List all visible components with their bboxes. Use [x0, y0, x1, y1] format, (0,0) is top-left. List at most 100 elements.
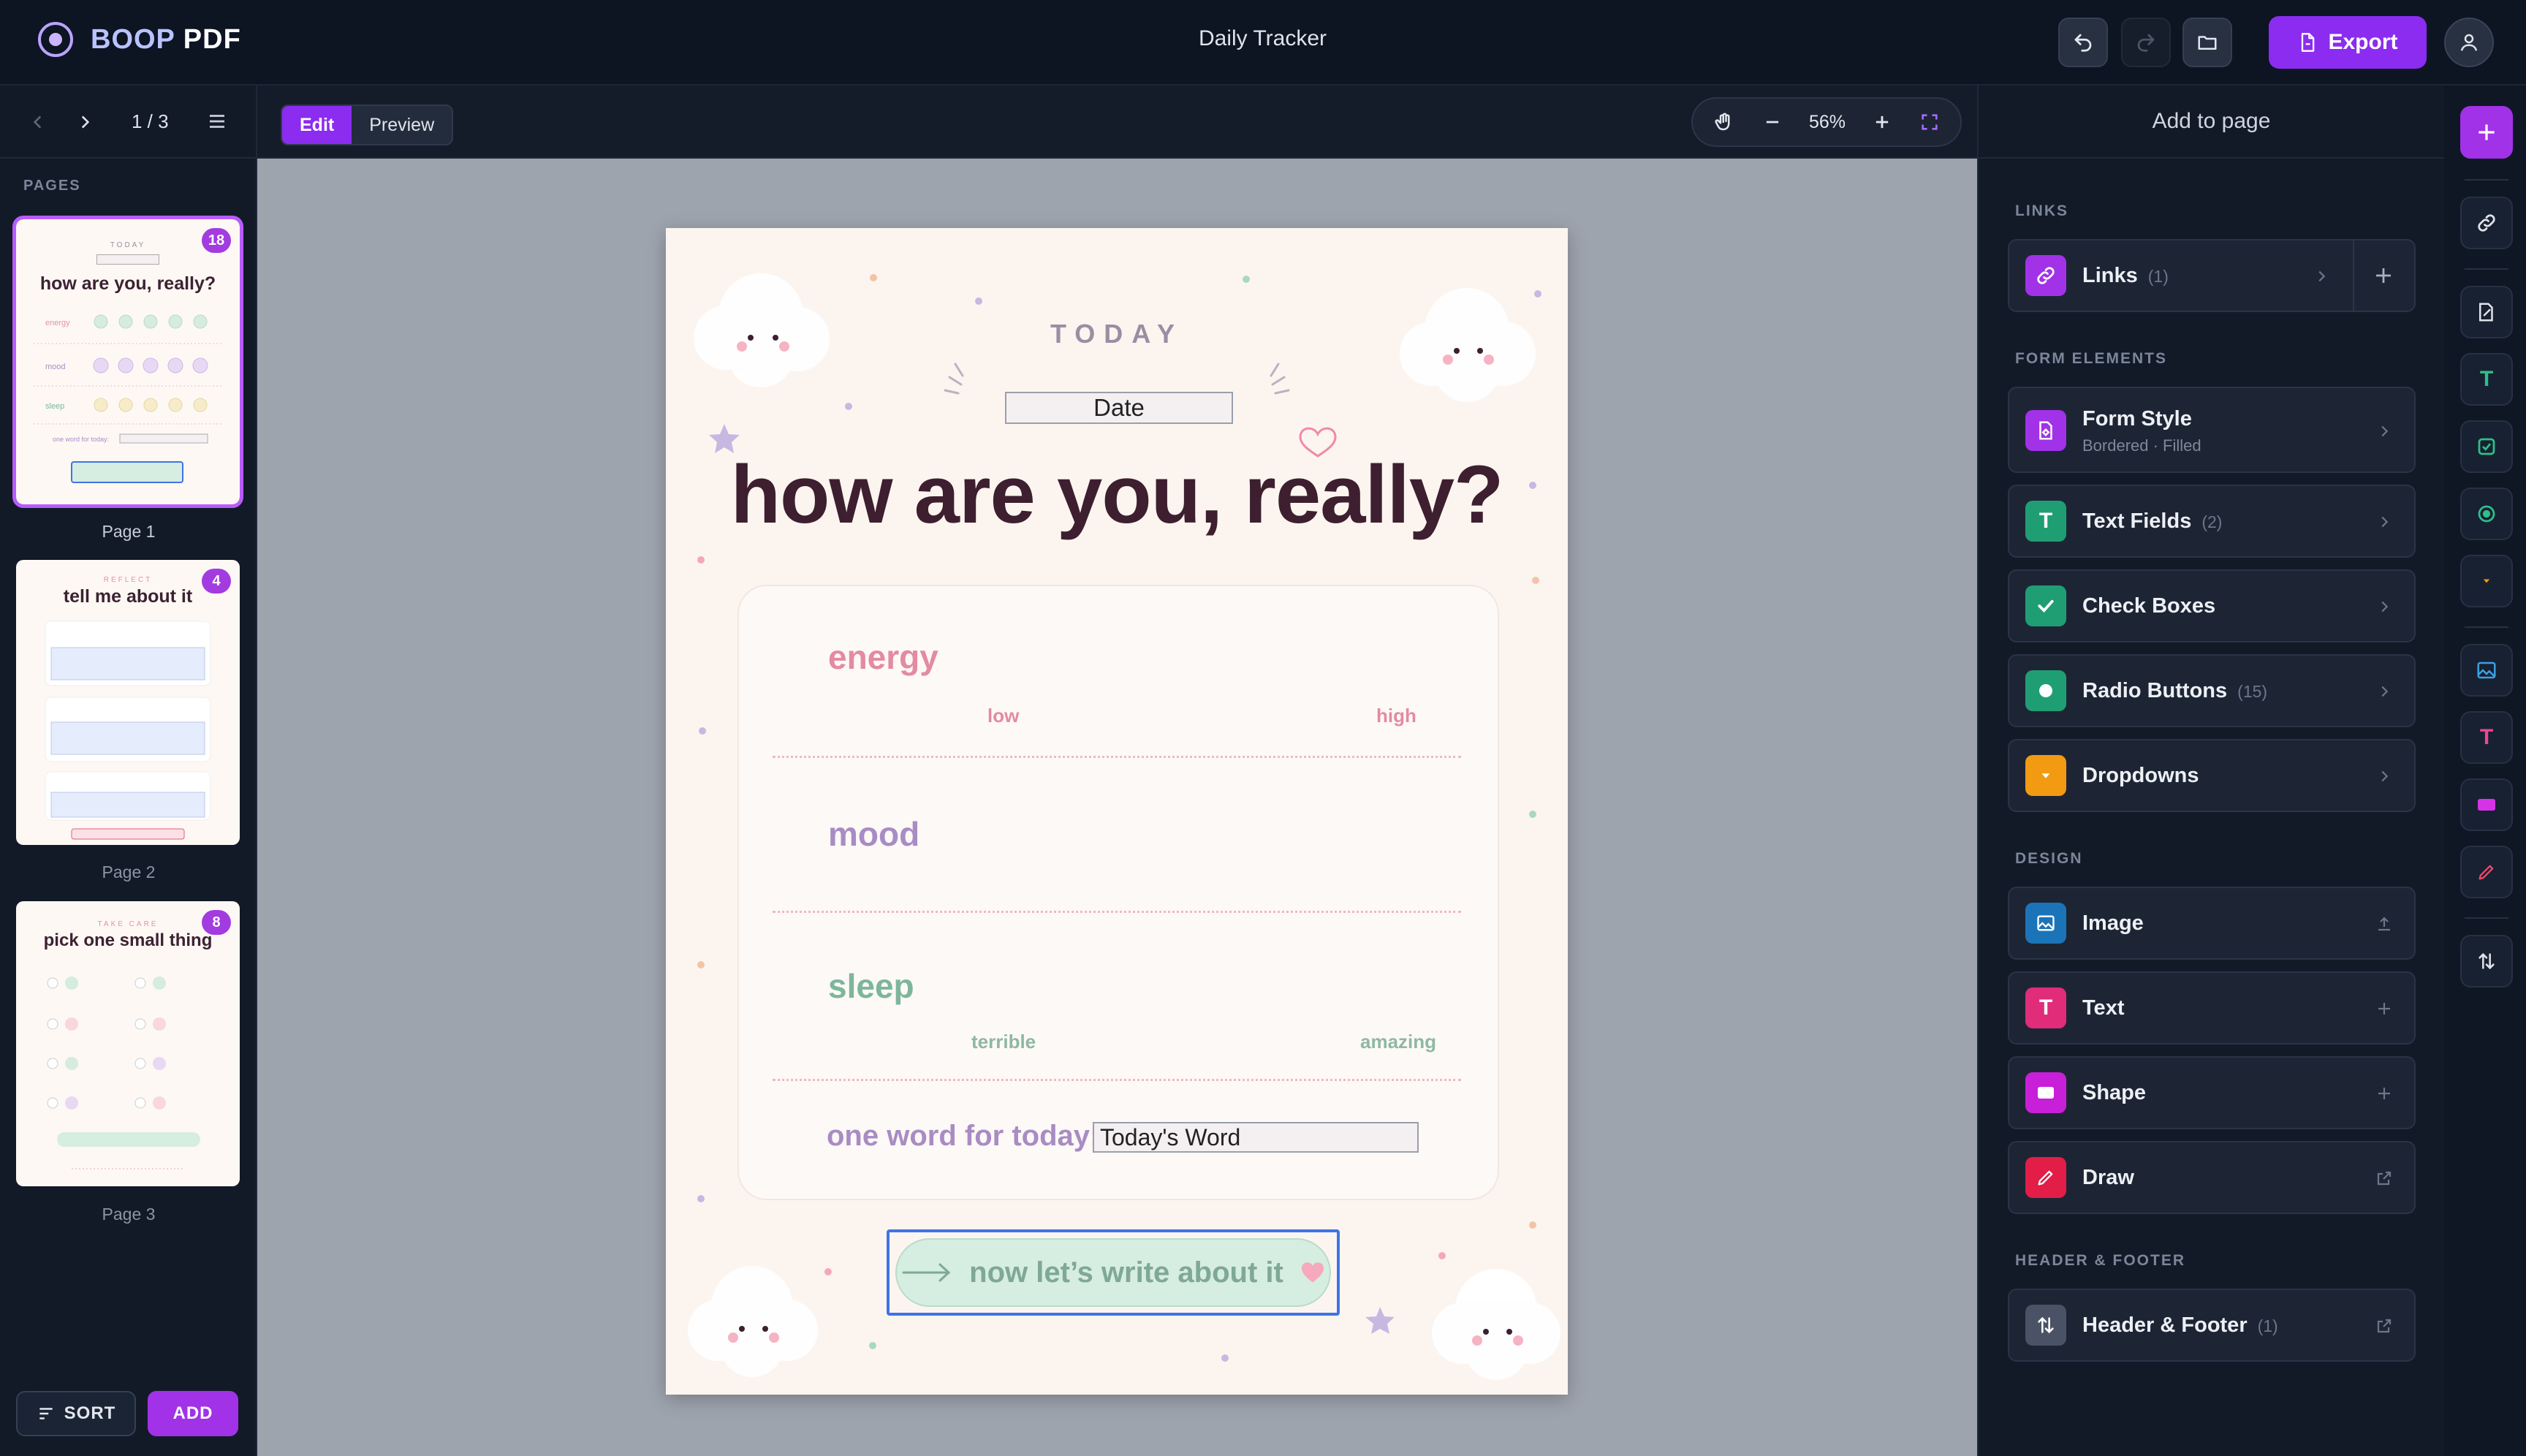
logo-text-boop: BOOP [91, 23, 175, 55]
rail-checkbox-button[interactable] [2460, 420, 2513, 473]
form-elements-section-label: FORM ELEMENTS [2015, 350, 2167, 367]
page-thumbnail-1[interactable]: 18 TODAY how are you, really? energy moo… [12, 216, 243, 508]
thumb-kicker: REFLECT [103, 576, 153, 584]
rail-text-button[interactable]: T [2460, 711, 2513, 764]
page-label-2: Page 2 [102, 862, 156, 881]
rail-form-style-button[interactable] [2460, 286, 2513, 338]
prev-page-button[interactable] [20, 105, 56, 140]
external-link-icon[interactable] [2373, 1167, 2395, 1189]
page-thumbnail-2[interactable]: 4 REFLECT tell me about it [16, 560, 240, 845]
preview-mode-button[interactable]: Preview [352, 106, 452, 144]
add-page-button[interactable]: ADD [148, 1391, 238, 1436]
thumb-kicker: TODAY [110, 241, 146, 249]
text-field-icon: T [2025, 501, 2066, 542]
page-thumbnail-3[interactable]: 8 TAKE CARE pick one small thing [16, 901, 240, 1186]
plus-icon[interactable] [2373, 1082, 2395, 1104]
plus-icon [2478, 124, 2495, 140]
mood-label: mood [828, 815, 920, 853]
open-folder-button[interactable] [2182, 18, 2232, 67]
add-link-button[interactable] [2369, 261, 2398, 290]
page-title: how are you, really? [730, 449, 1504, 540]
rail-shape-button[interactable] [2460, 778, 2513, 831]
rail-radio-button[interactable] [2460, 488, 2513, 540]
radio-buttons-name: Radio Buttons [2082, 679, 2228, 702]
zoom-controls: 56% [1691, 97, 1962, 147]
svg-text:sleep: sleep [45, 402, 64, 411]
user-avatar[interactable] [2444, 18, 2494, 67]
header-footer-count: (1) [2257, 1316, 2278, 1335]
text-fields-name: Text Fields [2082, 509, 2192, 533]
rail-dropdown-button[interactable] [2460, 555, 2513, 607]
page-label-1: Page 1 [102, 522, 156, 541]
thumb-title: how are you, really? [39, 273, 216, 294]
draw-item[interactable]: Draw [2008, 1141, 2416, 1214]
text-name: Text [2082, 996, 2125, 1020]
text-fields-count: (2) [2201, 512, 2223, 531]
rail-text-field-button[interactable]: T [2460, 353, 2513, 406]
image-name: Image [2082, 911, 2144, 935]
check-boxes-item[interactable]: Check Boxes [2008, 569, 2416, 642]
heart-icon [1301, 1262, 1324, 1283]
export-button[interactable]: Export [2269, 16, 2427, 69]
page-list-button[interactable] [206, 110, 228, 136]
rail-link-button[interactable] [2460, 197, 2513, 249]
logo-icon [38, 22, 73, 57]
upload-icon[interactable] [2373, 913, 2395, 935]
energy-high-label: high [1376, 705, 1416, 727]
links-count: (1) [2147, 267, 2169, 286]
thumb-preview-graphic [45, 621, 211, 840]
radio-buttons-item[interactable]: Radio Buttons (15) [2008, 654, 2416, 727]
next-page-button[interactable] [67, 105, 102, 140]
document-title[interactable]: Daily Tracker [1199, 26, 1327, 51]
links-item[interactable]: Links (1) [2008, 239, 2416, 312]
plus-icon[interactable] [2373, 998, 2395, 1020]
energy-low-label: low [987, 705, 1020, 727]
image-item[interactable]: Image [2008, 887, 2416, 960]
page-label-3: Page 3 [102, 1205, 156, 1224]
radio-buttons-count: (15) [2237, 682, 2268, 701]
dropdown-icon [2483, 579, 2490, 583]
form-style-icon [2025, 410, 2066, 451]
pages-sidebar: 1 / 3 PAGES 18 TODAY how are you, really… [0, 86, 257, 1456]
chevron-right-icon [2373, 680, 2395, 702]
cta-link-selection[interactable]: now let’s write about it [887, 1229, 1340, 1316]
page-indicator: 1 / 3 [132, 110, 169, 132]
edit-mode-button[interactable]: Edit [282, 106, 352, 144]
dropdowns-item[interactable]: Dropdowns [2008, 739, 2416, 812]
sort-pages-button[interactable]: SORT [16, 1391, 136, 1436]
arrow-right-icon [902, 1263, 951, 1282]
shape-item[interactable]: Shape [2008, 1056, 2416, 1129]
fit-screen-icon[interactable] [1919, 112, 1940, 132]
chevron-right-icon [2373, 765, 2395, 787]
external-link-icon[interactable] [2373, 1315, 2395, 1337]
svg-text:mood: mood [45, 363, 66, 371]
canvas-toolbar: Edit Preview 56% [257, 86, 1977, 159]
word-field[interactable]: Today's Word [1093, 1122, 1419, 1153]
cta-button[interactable]: now let’s write about it [895, 1238, 1331, 1307]
hand-pan-icon[interactable] [1713, 111, 1735, 133]
zoom-in-icon[interactable] [1872, 112, 1892, 132]
checkbox-icon [2478, 438, 2495, 455]
sort-icon [39, 1408, 53, 1419]
undo-button[interactable] [2058, 18, 2108, 67]
add-element-button[interactable] [2460, 106, 2513, 159]
zoom-out-icon[interactable] [1762, 112, 1783, 132]
form-style-item[interactable]: Form Style Bordered · Filled [2008, 387, 2416, 473]
rail-header-footer-button[interactable] [2460, 935, 2513, 987]
rail-image-button[interactable] [2460, 644, 2513, 697]
rail-draw-button[interactable] [2460, 846, 2513, 898]
chevron-right-icon [2373, 596, 2395, 618]
header-footer-item[interactable]: Header & Footer (1) [2008, 1289, 2416, 1362]
link-icon [2478, 214, 2495, 232]
svg-text:energy: energy [45, 319, 70, 327]
dropdowns-name: Dropdowns [2082, 764, 2199, 787]
row-divider [773, 911, 1461, 913]
date-field[interactable]: Date [1005, 392, 1233, 424]
app-logo[interactable]: BOOP PDF [38, 22, 241, 57]
shape-name: Shape [2082, 1081, 2147, 1104]
text-fields-item[interactable]: T Text Fields (2) [2008, 485, 2416, 558]
mode-toggle: Edit Preview [281, 105, 454, 145]
text-item[interactable]: T Text [2008, 971, 2416, 1044]
redo-button[interactable] [2121, 18, 2171, 67]
energy-label: energy [828, 638, 938, 676]
